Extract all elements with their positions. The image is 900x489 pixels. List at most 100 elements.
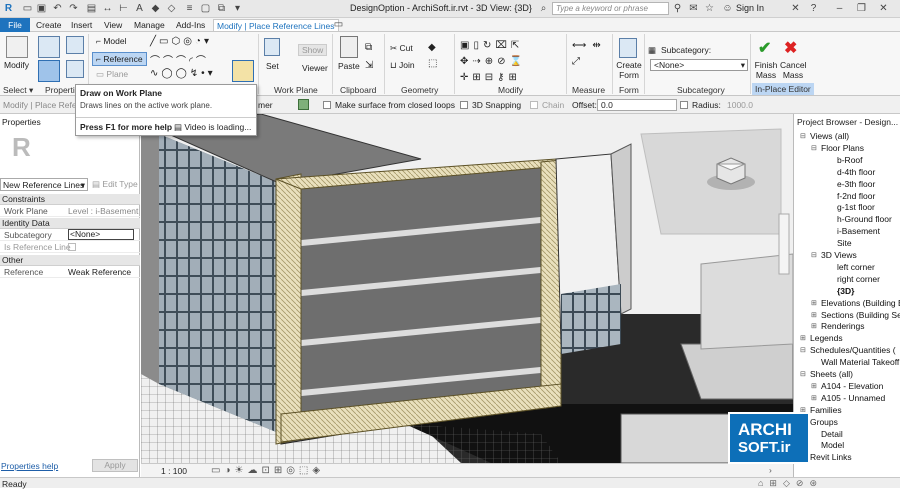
tree-item[interactable]: Detail <box>821 429 843 439</box>
tree-item[interactable]: Groups <box>810 417 838 427</box>
tree-item[interactable]: Revit Links <box>810 452 852 462</box>
tree-expander-icon[interactable]: ⊟ <box>800 370 806 378</box>
visibility-icon[interactable] <box>298 99 309 110</box>
favorites-icon[interactable]: ☆ <box>704 3 715 14</box>
group-constraints[interactable]: Constraints <box>0 194 140 205</box>
close-icon[interactable]: ✕ <box>878 3 889 14</box>
type-selector[interactable]: New Reference Lines ▾ <box>0 178 88 191</box>
tree-item[interactable]: A105 - Unnamed <box>821 393 885 403</box>
paste-icon[interactable] <box>340 36 358 58</box>
tree-item[interactable]: Views (all) <box>810 131 849 141</box>
user-icon[interactable]: ☺ <box>722 3 733 14</box>
viewer-button[interactable]: Viewer <box>302 63 328 73</box>
tree-item[interactable]: right corner <box>837 274 880 284</box>
placement-dropdown-text[interactable]: mer <box>258 100 273 110</box>
tree-item[interactable]: Model <box>821 440 844 450</box>
tree-item[interactable]: Families <box>810 405 842 415</box>
print-icon[interactable]: ▤ <box>86 3 97 14</box>
redo-icon[interactable]: ↷ <box>68 3 79 14</box>
create-form-button[interactable]: Create Form <box>616 60 642 80</box>
property-row[interactable]: Reference Weak Reference <box>0 266 140 278</box>
ribbon-toggle-icon[interactable]: ▭ <box>333 19 344 30</box>
edit-type-button[interactable]: ▤ Edit Type <box>92 179 138 190</box>
property-row[interactable]: Is Reference Line <box>0 241 140 253</box>
group-other[interactable]: Other <box>0 255 140 266</box>
revit-app-icon[interactable]: R <box>3 3 14 14</box>
properties-toggle-icon[interactable] <box>38 60 60 82</box>
type-properties-icon[interactable] <box>38 36 60 58</box>
cancel-mass-icon[interactable]: ✖ <box>784 38 797 58</box>
set-work-plane-icon[interactable] <box>264 38 280 56</box>
tree-expander-icon[interactable]: ⊞ <box>800 334 806 342</box>
tree-item[interactable]: left corner <box>837 262 875 272</box>
tree-item[interactable]: e-3th floor <box>837 179 875 189</box>
draw-tools-row1[interactable]: ╱▭⬡◎◔▾ <box>150 36 212 47</box>
finish-mass-button[interactable]: Finish Mass <box>754 60 778 80</box>
tree-expander-icon[interactable]: ⊞ <box>811 311 817 319</box>
modify-button[interactable]: Modify <box>4 60 29 70</box>
create-form-icon[interactable] <box>619 38 637 58</box>
tree-expander-icon[interactable]: ⊟ <box>800 346 806 354</box>
match-properties-icon[interactable]: ⇲ <box>365 60 373 71</box>
cancel-mass-button[interactable]: Cancel Mass <box>780 60 806 80</box>
dimension-icon[interactable]: ⊢ <box>118 3 129 14</box>
join-button[interactable]: ⊔ Join <box>390 60 415 71</box>
tree-item[interactable]: Sections (Building Sec <box>821 310 900 320</box>
geometry-tools[interactable]: ◆ ⬚ <box>428 40 437 72</box>
group-identity-data[interactable]: Identity Data <box>0 218 140 229</box>
tree-expander-icon[interactable]: ⊞ <box>811 394 817 402</box>
section-icon[interactable]: ◇ <box>166 3 177 14</box>
sign-in-link[interactable]: Sign In <box>736 3 764 13</box>
tab-file[interactable]: File <box>0 18 30 32</box>
model-line-button[interactable]: ⌐ Model <box>96 36 126 46</box>
view-scale[interactable]: 1 : 100 <box>161 466 187 476</box>
measure-icon[interactable]: ↔ <box>102 3 113 14</box>
tab-create[interactable]: Create <box>33 19 65 31</box>
panel-select[interactable]: Select ▾ <box>3 85 33 96</box>
exchange-icon[interactable]: ✕ <box>790 3 801 14</box>
open-icon[interactable]: ▭ <box>22 3 33 14</box>
copy-icon[interactable]: ⧉ <box>365 42 372 53</box>
tree-expander-icon[interactable]: ⊞ <box>811 382 817 390</box>
tree-item[interactable]: 3D Views <box>821 250 857 260</box>
tree-item[interactable]: Elevations (Building E <box>821 298 900 308</box>
binoculars-icon[interactable]: ⚲ <box>672 3 683 14</box>
switch-windows-icon[interactable]: ⧉ <box>216 3 227 14</box>
family-types-icon[interactable] <box>66 60 84 78</box>
modify-arrow-icon[interactable] <box>6 36 28 58</box>
tree-item[interactable]: Wall Material Takeoff <box>821 357 899 367</box>
show-button[interactable]: Show <box>298 44 328 56</box>
view-control-icons[interactable]: ▭◑☀☁⊡⊞◎⬚◈ <box>211 465 324 476</box>
measure-tools[interactable]: ⟷⇹ ⤢ <box>572 38 607 70</box>
cut-button[interactable]: ✂ Cut <box>390 43 413 54</box>
draw-on-work-plane-icon[interactable] <box>232 60 254 82</box>
tree-item[interactable]: d-4th floor <box>837 167 875 177</box>
help-icon[interactable]: ? <box>808 3 819 14</box>
reference-plane-button[interactable]: ▭ Plane <box>96 69 128 80</box>
is-reference-line-checkbox[interactable] <box>68 243 76 251</box>
subcategory-dropdown[interactable]: <None> ▾ <box>650 59 748 71</box>
3d-snapping-checkbox[interactable] <box>460 101 468 109</box>
finish-mass-icon[interactable]: ✔ <box>758 38 771 58</box>
radius-checkbox[interactable] <box>680 101 688 109</box>
reference-line-button[interactable]: ⌐ Reference <box>92 52 147 66</box>
tree-item[interactable]: Site <box>837 238 852 248</box>
tree-expander-icon[interactable]: ⊟ <box>800 132 806 140</box>
draw-tools-row3[interactable]: ∿◯◯↯•▾ <box>150 68 216 79</box>
property-row[interactable]: Work Plane Level : i-Basement <box>0 205 140 217</box>
3d-viewport[interactable] <box>141 114 793 463</box>
tree-expander-icon[interactable]: ⊞ <box>811 299 817 307</box>
search-icon[interactable]: ⌕ <box>538 3 549 14</box>
apply-button[interactable]: Apply <box>92 459 138 472</box>
tree-item[interactable]: Sheets (all) <box>810 369 853 379</box>
tree-item[interactable]: b-Roof <box>837 155 863 165</box>
undo-icon[interactable]: ↶ <box>52 3 63 14</box>
search-input[interactable]: Type a keyword or phrase <box>552 2 669 15</box>
building-model[interactable] <box>141 114 793 463</box>
tree-item[interactable]: h-Ground floor <box>837 214 892 224</box>
tab-add-ins[interactable]: Add-Ins <box>173 19 208 31</box>
navigation-bar-icon[interactable] <box>778 213 790 275</box>
tree-item[interactable]: {3D} <box>837 286 854 296</box>
tree-item[interactable]: Floor Plans <box>821 143 864 153</box>
tree-item[interactable]: g-1st floor <box>837 202 875 212</box>
